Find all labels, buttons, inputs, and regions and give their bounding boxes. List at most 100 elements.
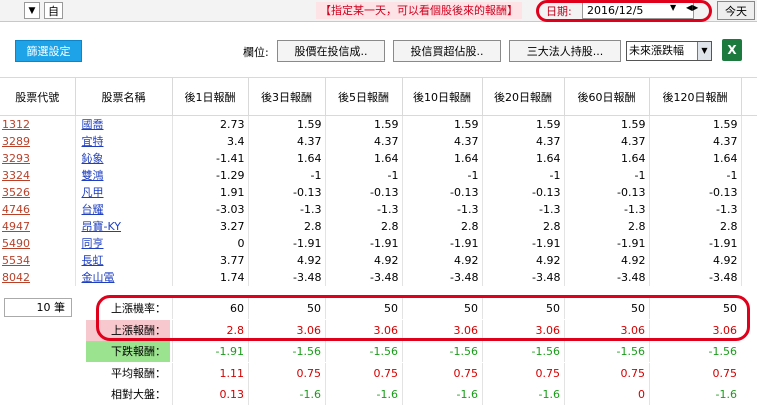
stock-code-link[interactable]: 8042 <box>0 268 76 286</box>
return-cell: 1.59 <box>402 115 483 133</box>
summary-value: 3.06 <box>482 319 564 341</box>
stock-name-link[interactable]: 凡甲 <box>75 183 173 201</box>
summary-value: 0.75 <box>482 362 564 384</box>
stock-name-link[interactable]: 台耀 <box>75 200 173 218</box>
summary-value: -1.56 <box>402 341 482 362</box>
stock-code-link[interactable]: 5534 <box>0 251 76 269</box>
column-select[interactable]: 未來漲跌幅 ▼ <box>626 41 712 61</box>
stock-name-link[interactable]: 鈊象 <box>75 149 173 167</box>
return-cell: 2.8 <box>482 217 565 235</box>
row-spacer <box>741 200 757 218</box>
return-cell: 4.37 <box>325 132 403 150</box>
table-row[interactable]: 3293 鈊象 -1.41 1.64 1.64 1.64 1.64 1.64 1.64 <box>0 149 757 167</box>
return-cell: -3.48 <box>564 268 650 286</box>
column-header[interactable]: 後20日報酬 <box>482 77 565 116</box>
return-cell: 4.92 <box>482 251 565 269</box>
summary-value: -1.56 <box>248 341 325 362</box>
table-row[interactable]: 4947 昂寶-KY 3.27 2.8 2.8 2.8 2.8 2.8 2.8 <box>0 217 757 235</box>
table-row[interactable]: 3324 雙鴻 -1.29 -1 -1 -1 -1 -1 -1 <box>0 166 757 184</box>
stock-name-link[interactable]: 宜特 <box>75 132 173 150</box>
date-dropdown-icon[interactable]: ▼ <box>670 3 676 12</box>
summary-value: 50 <box>649 298 741 319</box>
return-cell: -0.13 <box>564 183 650 201</box>
column-button-1[interactable]: 股價在投信成.. <box>277 40 385 62</box>
table-row[interactable]: 3289 宜特 3.4 4.37 4.37 4.37 4.37 4.37 4.37 <box>0 132 757 150</box>
summary-label: 上漲機率： <box>86 298 170 319</box>
return-cell: 1.64 <box>564 149 650 167</box>
record-count: 10 筆 <box>4 298 72 317</box>
return-cell: -1 <box>248 166 326 184</box>
summary-label: 平均報酬： <box>86 362 170 384</box>
return-cell: 4.37 <box>564 132 650 150</box>
stock-name-link[interactable]: 金山電 <box>75 268 173 286</box>
stock-code-link[interactable]: 3324 <box>0 166 76 184</box>
table-row[interactable]: 4746 台耀 -3.03 -1.3 -1.3 -1.3 -1.3 -1.3 -1.3 <box>0 200 757 218</box>
filter-settings-button[interactable]: 篩選設定 <box>15 40 82 62</box>
return-cell: -1.3 <box>649 200 742 218</box>
return-cell: -0.13 <box>325 183 403 201</box>
return-cell: -3.48 <box>248 268 326 286</box>
stock-code-link[interactable]: 4746 <box>0 200 76 218</box>
return-cell: 2.8 <box>402 217 483 235</box>
column-header[interactable]: 股票名稱 <box>75 77 173 116</box>
table-row[interactable]: 5490 同亨 0 -1.91 -1.91 -1.91 -1.91 -1.91 -1.91 <box>0 234 757 252</box>
table-row[interactable]: 1312 國喬 2.73 1.59 1.59 1.59 1.59 1.59 1.59 <box>0 115 757 133</box>
column-header[interactable]: 後3日報酬 <box>248 77 326 116</box>
date-input[interactable]: 2016/12/5 <box>582 2 694 19</box>
stock-name-link[interactable]: 同亨 <box>75 234 173 252</box>
self-button[interactable]: 自 <box>44 2 63 19</box>
stock-code-link[interactable]: 5490 <box>0 234 76 252</box>
today-button[interactable]: 今天 <box>717 1 755 20</box>
date-spin-icon[interactable]: ◀▶ <box>686 3 698 12</box>
stock-code-link[interactable]: 4947 <box>0 217 76 235</box>
return-cell: -1.91 <box>325 234 403 252</box>
return-cell: 1.64 <box>325 149 403 167</box>
return-cell: 1.91 <box>172 183 249 201</box>
column-header[interactable]: 後10日報酬 <box>402 77 483 116</box>
row-spacer <box>741 149 757 167</box>
stock-name-link[interactable]: 雙鴻 <box>75 166 173 184</box>
stock-name-link[interactable]: 昂寶-KY <box>75 217 173 235</box>
excel-icon[interactable]: X <box>722 39 742 61</box>
column-header[interactable]: 後1日報酬 <box>172 77 249 116</box>
return-cell: -1.29 <box>172 166 249 184</box>
return-cell: 4.37 <box>248 132 326 150</box>
summary-value: -1.6 <box>482 384 564 405</box>
stock-code-link[interactable]: 3526 <box>0 183 76 201</box>
return-cell: -0.13 <box>248 183 326 201</box>
chevron-down-icon[interactable]: ▼ <box>697 42 711 60</box>
return-cell: -3.48 <box>482 268 565 286</box>
table-row[interactable]: 8042 金山電 1.74 -3.48 -3.48 -3.48 -3.48 -3.48 -3.4… <box>0 268 757 286</box>
return-cell: 4.92 <box>325 251 403 269</box>
table-row[interactable]: 5534 長虹 3.77 4.92 4.92 4.92 4.92 4.92 4.92 <box>0 251 757 269</box>
column-button-2[interactable]: 投信買超佔股.. <box>393 40 501 62</box>
column-button-3[interactable]: 三大法人持股... <box>509 40 621 62</box>
return-cell: -3.48 <box>402 268 483 286</box>
column-header[interactable]: 後120日報酬 <box>649 77 742 116</box>
stock-name-link[interactable]: 長虹 <box>75 251 173 269</box>
column-header[interactable]: 後60日報酬 <box>564 77 650 116</box>
stock-code-link[interactable]: 3289 <box>0 132 76 150</box>
summary-row: 平均報酬： 1.11 0.75 0.75 0.75 0.75 0.75 0.75 <box>86 362 746 384</box>
summary-value: -1.6 <box>649 384 741 405</box>
summary-value: 60 <box>172 298 248 319</box>
return-cell: -1.91 <box>402 234 483 252</box>
table-row[interactable]: 3526 凡甲 1.91 -0.13 -0.13 -0.13 -0.13 -0.13 -0.13 <box>0 183 757 201</box>
return-cell: 1.59 <box>248 115 326 133</box>
return-cell: -1 <box>649 166 742 184</box>
summary-value: 0.75 <box>564 362 649 384</box>
stock-code-link[interactable]: 1312 <box>0 115 76 133</box>
return-cell: 4.37 <box>482 132 565 150</box>
row-spacer <box>741 234 757 252</box>
column-select-value: 未來漲跌幅 <box>629 44 684 57</box>
return-cell: 1.74 <box>172 268 249 286</box>
column-header[interactable]: 後5日報酬 <box>325 77 403 116</box>
summary-value: 0.75 <box>325 362 402 384</box>
stock-name-link[interactable]: 國喬 <box>75 115 173 133</box>
column-header[interactable]: 股票代號 <box>0 77 76 116</box>
return-cell: 1.64 <box>649 149 742 167</box>
row-spacer <box>741 115 757 133</box>
dropdown-arrow-icon[interactable]: ▼ <box>24 2 40 19</box>
stock-code-link[interactable]: 3293 <box>0 149 76 167</box>
summary-label: 下跌報酬： <box>86 341 170 362</box>
